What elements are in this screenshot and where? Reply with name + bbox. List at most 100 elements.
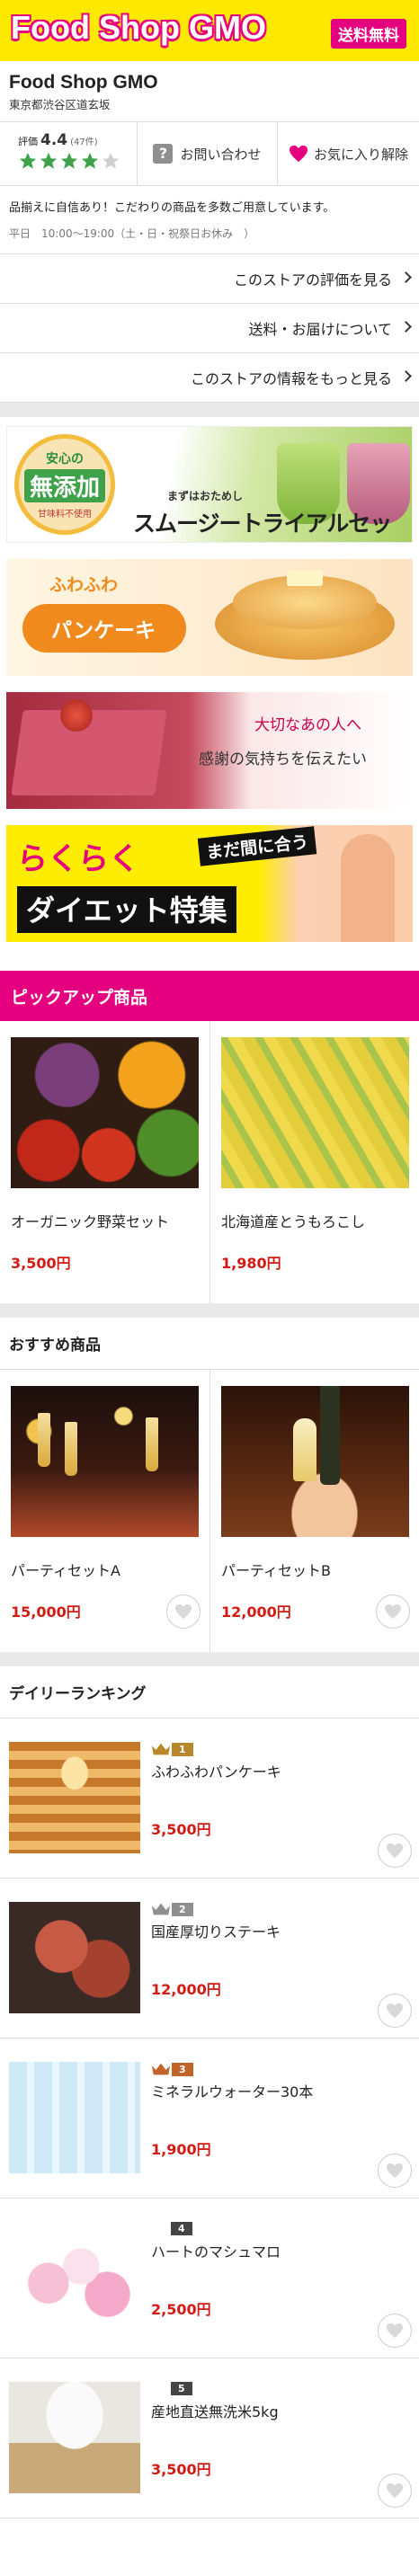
- link-shipping-info[interactable]: 送料・お届けについて: [0, 304, 419, 353]
- heart-icon: [387, 2483, 403, 2499]
- pickup-grid: オーガニック野菜セット 3,500円 北海道産とうもろこし 1,980円: [0, 1021, 419, 1303]
- favorite-button[interactable]: [376, 1594, 410, 1629]
- product-price: 1,900円: [151, 2141, 211, 2158]
- badge-sub-text: 甘味料不使用: [38, 510, 92, 520]
- store-header: Food Shop GMO 送料無料: [0, 0, 419, 61]
- product-price: 1,980円: [221, 1255, 281, 1272]
- link-label: このストアの評価を見る: [233, 271, 392, 289]
- heart-icon: [175, 1603, 192, 1620]
- heart-icon: [387, 1843, 403, 1859]
- banner-subtitle: ふわふわ: [49, 575, 119, 595]
- question-icon: ?: [153, 144, 174, 164]
- favorite-button[interactable]: [378, 1834, 412, 1868]
- rating-block[interactable]: 評価 4.4 (47件): [0, 122, 138, 185]
- ranking-item[interactable]: 1 ふわふわパンケーキ 3,500円: [0, 1719, 419, 1879]
- inquiry-button[interactable]: ? お問い合わせ: [138, 122, 278, 185]
- favorite-button[interactable]: [378, 2154, 412, 2188]
- star-filled-icon: [19, 152, 37, 169]
- banner-title: スムージートライアルセット: [133, 511, 392, 537]
- product-price: 12,000円: [151, 1981, 221, 1998]
- favorite-remove-button[interactable]: お気に入り解除: [278, 122, 419, 185]
- favorite-button[interactable]: [166, 1594, 201, 1629]
- banner-diet[interactable]: らくらく まだ間に合う ダイエット特集: [6, 825, 413, 942]
- star-filled-icon: [81, 152, 99, 169]
- banner-subtitle: 大切なあの人へ: [254, 716, 361, 734]
- product-name: パーティセットA: [11, 1562, 120, 1579]
- rating-stars: [18, 151, 137, 171]
- crown-icon: [151, 1743, 171, 1755]
- rose-image: [60, 699, 93, 732]
- shop-description: 品揃えに自信あり！こだわりの商品を多数ご用意しています。: [9, 201, 335, 215]
- product-name: 国産厚切りステーキ: [151, 1923, 281, 1941]
- banner-tag: まだ間に合う: [197, 826, 317, 866]
- heart-icon: [385, 1603, 401, 1620]
- ranking-item[interactable]: 3 ミネラルウォーター30本 1,900円: [0, 2039, 419, 2198]
- recommended-grid: パーティセットA 15,000円 パーティセットB 12,000円: [0, 1370, 419, 1652]
- favorite-button[interactable]: [378, 2474, 412, 2508]
- store-logo-title[interactable]: Food Shop GMO: [11, 9, 266, 47]
- favorite-button[interactable]: [378, 1994, 412, 2028]
- ranking-item[interactable]: 2 国産厚切りステーキ 12,000円: [0, 1879, 419, 2039]
- ranking-item[interactable]: 5 産地直送無洗米5kg 3,500円: [0, 2358, 419, 2518]
- section-divider: [0, 1652, 419, 1666]
- product-card[interactable]: オーガニック野菜セット 3,500円: [0, 1021, 210, 1303]
- product-card[interactable]: 北海道産とうもろこし 1,980円: [210, 1021, 419, 1303]
- badge-main-text: 無添加: [24, 469, 105, 502]
- rating-score: 4.4: [40, 131, 68, 149]
- crown-icon: [151, 1903, 171, 1915]
- inquiry-label: お問い合わせ: [180, 146, 262, 163]
- product-price: 3,500円: [151, 1821, 211, 1838]
- product-image: [9, 2222, 140, 2333]
- shop-name: Food Shop GMO: [9, 72, 158, 93]
- banner-subtitle: まずはおためし: [167, 490, 244, 502]
- banner-smoothie[interactable]: 安心の 無添加 甘味料不使用 まずはおためし スムージートライアルセット: [6, 426, 413, 543]
- banner-title: ダイエット特集: [17, 886, 236, 933]
- chevron-right-icon: [400, 271, 412, 283]
- body-image: [341, 834, 395, 942]
- campaign-banners: 安心の 無添加 甘味料不使用 まずはおためし スムージートライアルセット ふわふ…: [0, 417, 419, 971]
- badge-top-text: 安心の: [46, 452, 84, 466]
- rank-badge: 4: [151, 2222, 192, 2235]
- product-price: 2,500円: [151, 2301, 211, 2318]
- star-filled-icon: [60, 152, 78, 169]
- crown-icon: [151, 2063, 171, 2075]
- ranking-item[interactable]: 4 ハートのマシュマロ 2,500円: [0, 2198, 419, 2358]
- section-divider: [0, 403, 419, 417]
- heart-icon: [289, 145, 308, 163]
- banner-valentine[interactable]: 大切なあの人へ 感謝の気持ちを伝えたい: [6, 692, 413, 809]
- product-image: [221, 1386, 409, 1537]
- recommended-section-title: おすすめ商品: [0, 1318, 419, 1370]
- store-links: このストアの評価を見る 送料・お届けについて このストアの情報をもっと見る: [0, 253, 419, 403]
- rank-number: 1: [172, 1742, 193, 1756]
- favorite-button[interactable]: [378, 2314, 412, 2348]
- banner-title: パンケーキ: [22, 604, 187, 653]
- link-store-reviews[interactable]: このストアの評価を見る: [0, 254, 419, 304]
- banner-subtitle: らくらく: [17, 841, 139, 877]
- product-image: [221, 1037, 409, 1188]
- product-image: [9, 2062, 140, 2173]
- chevron-right-icon: [400, 370, 412, 382]
- favorite-label: お気に入り解除: [313, 146, 408, 163]
- product-name: ミネラルウォーター30本: [151, 2083, 314, 2101]
- product-name: ハートのマシュマロ: [151, 2243, 281, 2261]
- banner-pancake[interactable]: ふわふわ パンケーキ: [6, 559, 413, 676]
- rank-number: 3: [172, 2062, 193, 2076]
- heart-icon: [387, 2003, 403, 2019]
- business-hours: 平日 10:00～19:00（土・日・祝祭日お休み ）: [9, 227, 255, 240]
- product-price: 3,500円: [11, 1255, 71, 1272]
- product-card[interactable]: パーティセットB 12,000円: [210, 1370, 419, 1652]
- free-shipping-badge: 送料無料: [331, 19, 406, 49]
- link-label: このストアの情報をもっと見る: [190, 370, 392, 387]
- section-divider: [0, 1303, 419, 1318]
- ranking-section-title: デイリーランキング: [0, 1666, 419, 1719]
- rank-badge: 3: [151, 2062, 193, 2076]
- product-name: オーガニック野菜セット: [11, 1213, 170, 1230]
- rating-count: (47件): [70, 138, 98, 147]
- rank-badge: 5: [151, 2382, 192, 2395]
- page: Food Shop GMO 送料無料 Food Shop GMO 東京都渋谷区道…: [0, 0, 419, 2576]
- product-name: ふわふわパンケーキ: [151, 1763, 281, 1781]
- link-store-info[interactable]: このストアの情報をもっと見る: [0, 353, 419, 403]
- star-filled-icon: [40, 152, 58, 169]
- rating-label: 評価: [18, 136, 38, 147]
- product-card[interactable]: パーティセットA 15,000円: [0, 1370, 210, 1652]
